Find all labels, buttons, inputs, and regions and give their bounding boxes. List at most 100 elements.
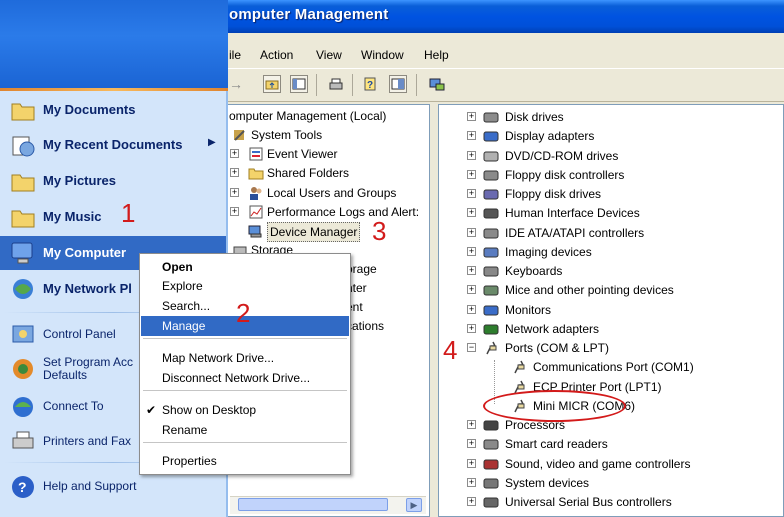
step-number-2: 2 (236, 298, 251, 328)
device-label: Display adapters (505, 129, 595, 143)
start-menu-item-label: My Network Pl (43, 281, 132, 296)
context-menu-item[interactable]: Explore (141, 276, 349, 296)
expand-toggle[interactable]: + (467, 189, 476, 198)
scroll-right-arrow[interactable]: ▶ (406, 498, 422, 512)
context-menu-item[interactable]: Rename (141, 420, 349, 440)
expand-toggle[interactable]: + (467, 497, 476, 506)
tree-item-label: Local Users and Groups (267, 186, 397, 200)
expand-toggle[interactable]: + (467, 478, 476, 487)
expand-toggle[interactable]: + (467, 285, 476, 294)
port-connector-icon (514, 360, 525, 374)
context-menu-item[interactable]: Map Network Drive... (141, 348, 349, 368)
action-pane-icon (391, 78, 405, 90)
expand-toggle[interactable]: + (467, 266, 476, 275)
expand-toggle[interactable]: + (467, 151, 476, 160)
network-places-icon (13, 279, 33, 299)
expand-toggle[interactable]: + (467, 305, 476, 314)
svg-text:?: ? (367, 80, 373, 91)
scrollbar-thumb[interactable] (238, 498, 388, 511)
expand-toggle[interactable]: + (230, 168, 239, 177)
context-menu-item[interactable]: ✔ Show on Desktop (141, 400, 349, 420)
performance-logs-icon (249, 205, 263, 219)
expand-toggle[interactable]: + (467, 459, 476, 468)
tree-item-label: Performance Logs and Alert: (267, 205, 420, 219)
context-menu-item[interactable]: Disconnect Network Drive... (141, 368, 349, 388)
collapse-toggle[interactable]: − (467, 343, 476, 352)
menu-action[interactable]: Action (260, 48, 293, 62)
expand-toggle[interactable]: + (467, 170, 476, 179)
start-menu-item[interactable]: My Documents (0, 93, 226, 127)
device-category-icon (483, 324, 499, 335)
start-menu-item-label: My Pictures (43, 173, 116, 188)
up-one-level-button[interactable] (263, 75, 281, 93)
expand-toggle[interactable]: + (467, 208, 476, 217)
start-menu-item-label: Control Panel (43, 327, 116, 341)
start-menu-user-header (0, 0, 228, 90)
folder-documents-icon (11, 103, 35, 121)
step-number-1: 1 (121, 198, 136, 228)
start-menu-item[interactable]: My Recent Documents ▶ (0, 128, 226, 162)
device-label: Sound, video and game controllers (505, 457, 691, 471)
tree-item-label: System Tools (251, 128, 323, 142)
start-menu-item-label: My Computer (43, 245, 127, 260)
context-menu-item-label: Map Network Drive... (162, 351, 275, 365)
expand-toggle[interactable]: + (467, 420, 476, 429)
start-menu-item[interactable]: My Music (0, 200, 226, 234)
help-question-icon: ? (364, 77, 376, 91)
window-title: omputer Management (229, 6, 389, 23)
context-menu-item-label: Rename (162, 423, 208, 437)
menu-file[interactable]: ile (229, 48, 241, 62)
help-button[interactable]: ? (362, 75, 380, 93)
menu-window[interactable]: Window (361, 48, 404, 62)
context-menu-item-label: Disconnect Network Drive... (162, 371, 311, 385)
context-menu-item-label: Manage (162, 319, 206, 333)
tree-item-label: cations (346, 319, 385, 333)
expand-toggle[interactable]: + (467, 247, 476, 256)
device-category-icon (483, 112, 499, 123)
tree-item-label: omputer Management (Local) (229, 109, 387, 123)
expand-toggle[interactable]: + (467, 228, 476, 237)
menu-view[interactable]: View (316, 48, 342, 62)
expand-toggle[interactable]: + (230, 188, 239, 197)
submenu-arrow-icon: ▶ (208, 137, 216, 148)
context-menu-item[interactable]: Properties (141, 451, 349, 471)
program-defaults-icon (13, 359, 33, 379)
show-action-pane-button[interactable] (389, 75, 407, 93)
context-menu-item-label: Search... (162, 299, 211, 313)
device-label: IDE ATA/ATAPI controllers (505, 226, 645, 240)
connect-to-icon (13, 397, 33, 417)
expand-toggle[interactable]: + (230, 149, 239, 158)
expand-toggle[interactable]: + (467, 324, 476, 333)
device-category-icon (483, 266, 499, 277)
control-panel-icon (12, 325, 34, 343)
expand-toggle[interactable]: + (467, 112, 476, 121)
start-menu-item-label: My Music (43, 209, 102, 224)
device-category-icon (483, 305, 499, 316)
start-menu-item[interactable]: ? Help and Support (0, 470, 226, 504)
device-category-icon (483, 478, 499, 489)
show-hide-tree-button[interactable] (290, 75, 308, 93)
device-label: Keyboards (505, 264, 563, 278)
device-category-icon (483, 439, 499, 450)
device-category-icon (483, 420, 499, 431)
scan-hardware-button[interactable] (428, 75, 446, 93)
expand-toggle[interactable]: + (467, 439, 476, 448)
device-category-icon (483, 459, 499, 470)
highlight-ellipse (483, 390, 626, 422)
device-category-icon (483, 208, 499, 219)
context-menu-item[interactable]: Open (141, 257, 349, 277)
event-viewer-icon (249, 147, 263, 161)
menu-help[interactable]: Help (424, 48, 449, 62)
start-menu-item-label: My Documents (43, 102, 136, 117)
print-button[interactable] (327, 75, 345, 93)
tree-item-label: Device Manager (267, 222, 361, 242)
forward-arrow-icon[interactable]: → (229, 76, 243, 92)
start-menu-item[interactable]: My Pictures (0, 164, 226, 198)
expand-toggle[interactable]: + (467, 131, 476, 140)
shared-folders-icon (248, 168, 264, 180)
folder-pictures-icon (11, 174, 35, 192)
device-label: Floppy disk drives (505, 187, 602, 201)
printer-icon (329, 78, 343, 90)
device-category-icon (483, 170, 499, 181)
expand-toggle[interactable]: + (230, 207, 239, 216)
